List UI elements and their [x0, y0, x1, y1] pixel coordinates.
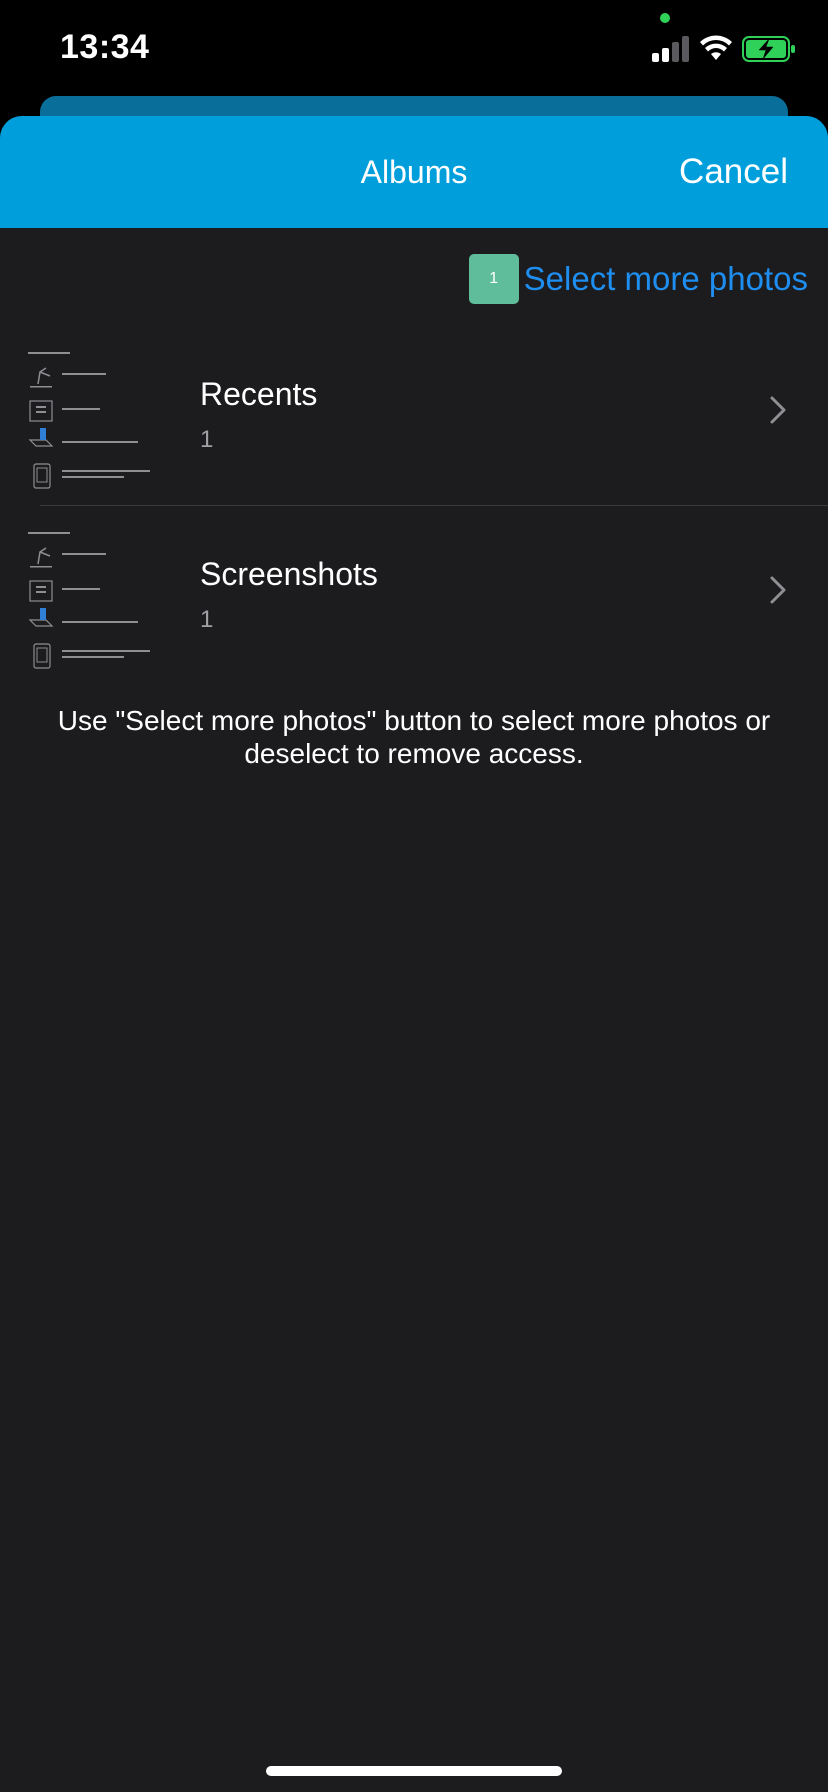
battery-charging-icon: [742, 36, 795, 62]
album-thumbnail-image: [26, 526, 166, 676]
select-more-photos-label: Select more photos: [523, 260, 808, 297]
album-count: 1: [200, 606, 214, 633]
access-hint-text: Use "Select more photos" button to selec…: [57, 705, 771, 769]
wifi-icon: [700, 35, 732, 60]
selected-count-badge: 1: [468, 254, 519, 304]
album-thumbnail: [26, 346, 166, 496]
album-count: 1: [200, 426, 214, 453]
album-row-recents[interactable]: Recents 1: [0, 338, 828, 518]
home-indicator[interactable]: [266, 1766, 562, 1776]
album-name: Screenshots: [200, 556, 378, 592]
divider: [40, 505, 828, 506]
cancel-button[interactable]: Cancel: [679, 152, 788, 192]
nav-bar: Albums Cancel: [0, 116, 828, 228]
album-thumbnail: [26, 526, 166, 676]
status-time: 13:34: [60, 28, 150, 66]
signal-icon: [652, 36, 689, 62]
select-more-photos-button[interactable]: 1 Select more photos: [468, 254, 808, 304]
chevron-right-icon: [770, 576, 786, 604]
camera-indicator-icon: [660, 13, 670, 23]
screen: 13:34 Albums Cancel 1 Select more photos…: [0, 0, 828, 1792]
album-name: Recents: [200, 376, 318, 412]
album-row-screenshots[interactable]: Screenshots 1: [0, 518, 828, 698]
albums-sheet: Albums Cancel 1 Select more photos Recen…: [0, 116, 828, 1792]
album-thumbnail-image: [26, 346, 166, 496]
chevron-right-icon: [770, 396, 786, 424]
status-bar: 13:34: [0, 0, 828, 100]
